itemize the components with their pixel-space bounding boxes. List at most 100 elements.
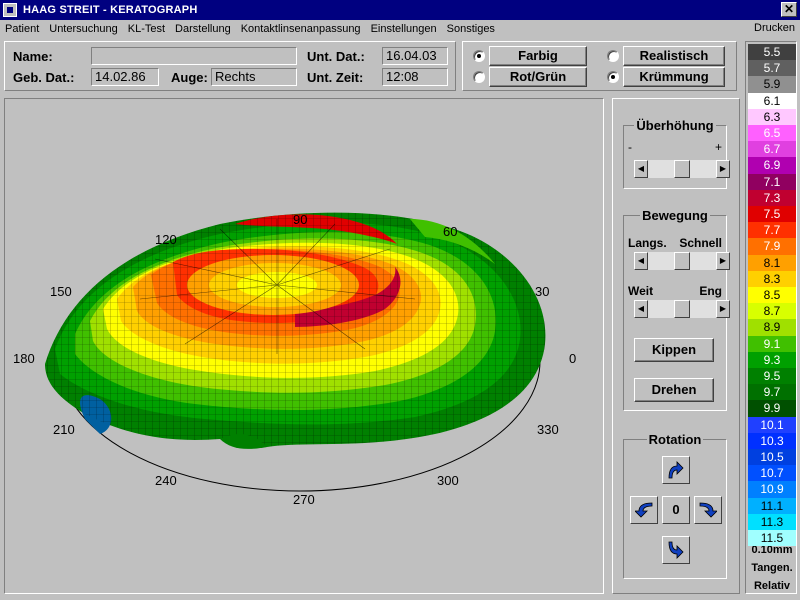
scale-cell: 6.9 [748, 157, 796, 174]
scale-cell: 7.9 [748, 238, 796, 255]
scale-cell: 8.1 [748, 254, 796, 271]
speed-right-arrow-icon[interactable]: ▶ [716, 252, 730, 270]
close-button[interactable]: ✕ [781, 2, 797, 17]
corneal-surface [45, 212, 546, 449]
realistisch-button[interactable]: Realistisch [623, 46, 725, 66]
radio-kruemmung[interactable] [607, 71, 619, 83]
scale-cell: 8.5 [748, 287, 796, 304]
scale-cell: 5.5 [748, 44, 796, 61]
angle-label-150: 150 [50, 284, 72, 299]
radio-farbig[interactable] [473, 50, 485, 62]
angle-label-210: 210 [53, 422, 75, 437]
scale-cell: 6.3 [748, 108, 796, 125]
speed-slider[interactable]: ◀ ▶ [634, 252, 730, 270]
speed-slider-thumb[interactable] [674, 252, 690, 270]
dob-label: Geb. Dat.: [13, 70, 75, 85]
scale-cell: 6.1 [748, 92, 796, 109]
scale-cell: 8.3 [748, 270, 796, 287]
dob-field[interactable]: 14.02.86 [91, 68, 159, 86]
ueberhoehung-minus: - [628, 140, 632, 154]
scale-cell: 8.7 [748, 303, 796, 320]
ueberhoehung-right-arrow-icon[interactable]: ▶ [716, 160, 730, 178]
angle-label-270: 270 [293, 492, 315, 507]
exam-date-field[interactable]: 16.04.03 [382, 47, 448, 65]
angle-label-330: 330 [537, 422, 559, 437]
scale-cell: 6.5 [748, 125, 796, 142]
rotate-up-button[interactable] [662, 456, 690, 484]
rotate-up-icon [668, 461, 684, 479]
display-mode-panel: Farbig Rot/Grün Realistisch Krümmung [462, 41, 737, 91]
rotation-group: Rotation 0 [623, 432, 727, 579]
radio-realistisch[interactable] [607, 50, 619, 62]
scale-cell: 10.5 [748, 449, 796, 466]
scale-cell: 7.3 [748, 189, 796, 206]
radio-rotgruen[interactable] [473, 71, 485, 83]
angle-label-300: 300 [437, 473, 459, 488]
title-bar: HAAG STREIT - KERATOGRAPH ✕ [0, 0, 800, 20]
bewegung-group: Bewegung Langs. Schnell ◀ ▶ Weit Eng ◀ ▶… [623, 208, 730, 411]
scale-cell: 5.9 [748, 76, 796, 93]
scale-cell: 10.1 [748, 416, 796, 433]
scale-cell: 7.7 [748, 222, 796, 239]
drehen-button[interactable]: Drehen [634, 378, 714, 402]
ueberhoehung-title: Überhöhung [634, 118, 716, 133]
distance-left-arrow-icon[interactable]: ◀ [634, 300, 648, 318]
eye-field[interactable]: Rechts [211, 68, 297, 86]
angle-label-30: 30 [535, 284, 549, 299]
schnell-label: Schnell [679, 236, 722, 250]
menu-sonstiges[interactable]: Sonstiges [442, 23, 500, 35]
angle-label-60: 60 [443, 224, 457, 239]
ueberhoehung-plus: + [714, 140, 722, 154]
angle-label-180: 180 [13, 351, 35, 366]
distance-slider[interactable]: ◀ ▶ [634, 300, 730, 318]
rotate-right-button[interactable] [694, 496, 722, 524]
scale-cell: 9.5 [748, 368, 796, 385]
farbig-button[interactable]: Farbig [489, 46, 587, 66]
ueberhoehung-group: Überhöhung - + ◀ ▶ [623, 118, 730, 189]
eye-label: Auge: [171, 70, 208, 85]
scale-mode[interactable]: Tangen. [746, 562, 798, 574]
controls-panel: Überhöhung - + ◀ ▶ Bewegung Langs. Schne… [612, 98, 740, 594]
app-icon[interactable] [3, 3, 17, 17]
menu-kl-test[interactable]: KL-Test [123, 23, 170, 35]
ueberhoehung-slider-thumb[interactable] [674, 160, 690, 178]
distance-slider-thumb[interactable] [674, 300, 690, 318]
distance-right-arrow-icon[interactable]: ▶ [716, 300, 730, 318]
scale-cell: 10.7 [748, 465, 796, 482]
menu-patient[interactable]: Patient [0, 23, 44, 35]
menu-darstellung[interactable]: Darstellung [170, 23, 236, 35]
kruemmung-button[interactable]: Krümmung [623, 67, 725, 87]
topography-plot[interactable]: 0 30 60 90 120 150 180 210 240 270 300 3… [5, 99, 603, 593]
angle-label-240: 240 [155, 473, 177, 488]
scale-cell: 5.7 [748, 60, 796, 77]
angle-label-90: 90 [293, 212, 307, 227]
scale-cell: 9.1 [748, 335, 796, 352]
ueberhoehung-slider[interactable]: ◀ ▶ [634, 160, 730, 178]
name-field[interactable] [91, 47, 297, 65]
topography-display[interactable]: 0 30 60 90 120 150 180 210 240 270 300 3… [4, 98, 604, 594]
scale-cell: 7.1 [748, 173, 796, 190]
rotate-down-button[interactable] [662, 536, 690, 564]
menu-untersuchung[interactable]: Untersuchung [44, 23, 123, 35]
menu-drucken[interactable]: Drucken [754, 22, 795, 34]
scale-cell: 11.5 [748, 530, 796, 547]
rotation-title: Rotation [646, 432, 704, 447]
scale-relativ[interactable]: Relativ [746, 580, 798, 592]
kippen-button[interactable]: Kippen [634, 338, 714, 362]
ueberhoehung-left-arrow-icon[interactable]: ◀ [634, 160, 648, 178]
menu-kontaktlinsenanpassung[interactable]: Kontaktlinsenanpassung [236, 23, 366, 35]
rotate-right-icon [699, 502, 717, 518]
speed-left-arrow-icon[interactable]: ◀ [634, 252, 648, 270]
rotate-left-button[interactable] [630, 496, 658, 524]
scale-cell: 11.1 [748, 497, 796, 514]
scale-cell: 8.9 [748, 319, 796, 336]
menu-einstellungen[interactable]: Einstellungen [366, 23, 442, 35]
scale-cell: 7.5 [748, 206, 796, 223]
exam-time-field[interactable]: 12:08 [382, 68, 448, 86]
color-scale: 0.10mm Tangen. Relativ 5.5 5.7 5.9 6.1 6.3 6.… [745, 41, 797, 594]
langs-label: Langs. [628, 236, 667, 250]
rotgruen-button[interactable]: Rot/Grün [489, 67, 587, 87]
menu-bar: Patient Untersuchung KL-Test Darstellung… [0, 20, 800, 38]
window-title: HAAG STREIT - KERATOGRAPH [23, 4, 198, 16]
patient-info-panel: Name: Geb. Dat.: 14.02.86 Auge: Rechts U… [4, 41, 456, 91]
